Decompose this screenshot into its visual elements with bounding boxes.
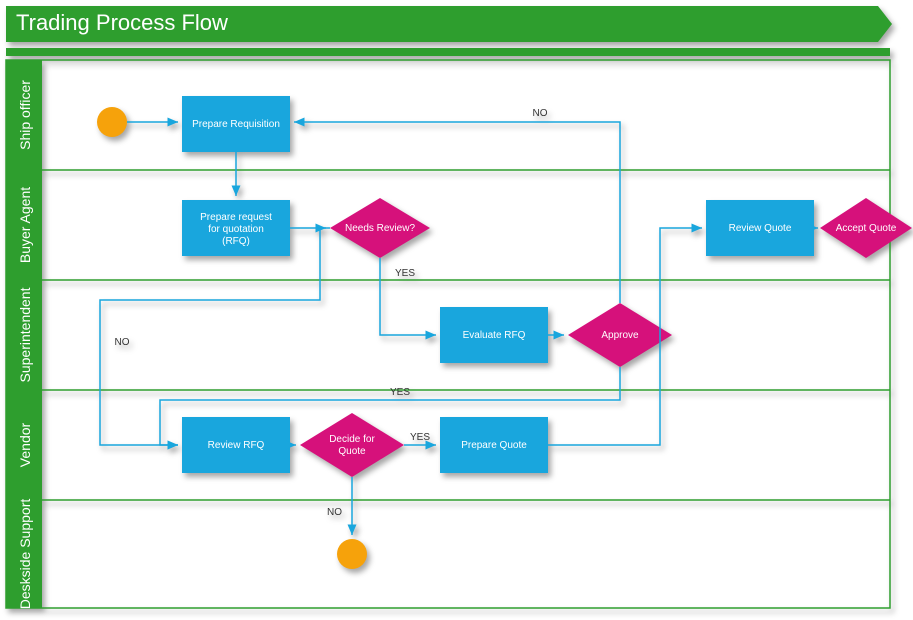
diagram-title: Trading Process Flow (16, 10, 228, 35)
title-ribbon: Trading Process Flow (6, 6, 892, 56)
svg-text:Prepare Quote: Prepare Quote (461, 440, 527, 451)
svg-text:for quotation: for quotation (208, 224, 264, 235)
svg-text:Approve: Approve (601, 330, 639, 341)
node-needs-review: Needs Review? (330, 198, 430, 258)
label-needsreview-yes: YES (395, 268, 415, 279)
node-prepare-quote: Prepare Quote (440, 417, 548, 473)
svg-text:Review RFQ: Review RFQ (208, 440, 265, 451)
lane-label-desk: Deskside Support (17, 499, 33, 610)
label-approve-no: NO (533, 108, 548, 119)
label-approve-yes: YES (390, 387, 410, 398)
node-evaluate-rfq: Evaluate RFQ (440, 307, 548, 363)
label-decide-no: NO (327, 507, 342, 518)
node-approve: Approve (568, 303, 672, 367)
lane-label-vendor: Vendor (17, 422, 33, 467)
flow-approve-no (294, 122, 620, 303)
svg-text:Prepare Requisition: Prepare Requisition (192, 119, 280, 130)
node-review-rfq: Review RFQ (182, 417, 290, 473)
svg-text:Prepare request: Prepare request (200, 212, 272, 223)
node-decide-quote: Decide for Quote (300, 413, 404, 477)
svg-text:Needs Review?: Needs Review? (345, 223, 415, 234)
label-needsreview-no: NO (115, 337, 130, 348)
lane-label-ship: Ship officer (17, 80, 33, 150)
swimlane-diagram: Trading Process Flow Ship officer Buyer … (0, 0, 913, 620)
node-prepare-rfq: Prepare request for quotation (RFQ) (182, 200, 290, 256)
lane-label-super: Superintendent (17, 287, 33, 382)
end-node (337, 539, 367, 569)
start-node (97, 107, 127, 137)
svg-text:Accept Quote: Accept Quote (836, 223, 897, 234)
flow-needsreview-no-b (100, 350, 178, 445)
svg-text:Review Quote: Review Quote (729, 223, 792, 234)
node-review-quote: Review Quote (706, 200, 814, 256)
node-prepare-requisition: Prepare Requisition (182, 96, 290, 152)
label-decide-yes: YES (410, 432, 430, 443)
node-accept-quote: Accept Quote (820, 198, 912, 258)
svg-text:Decide for: Decide for (329, 434, 375, 445)
svg-text:Quote: Quote (338, 446, 366, 457)
svg-text:Evaluate RFQ: Evaluate RFQ (463, 330, 526, 341)
svg-text:(RFQ): (RFQ) (222, 236, 250, 247)
lane-label-buyer: Buyer Agent (17, 187, 33, 263)
